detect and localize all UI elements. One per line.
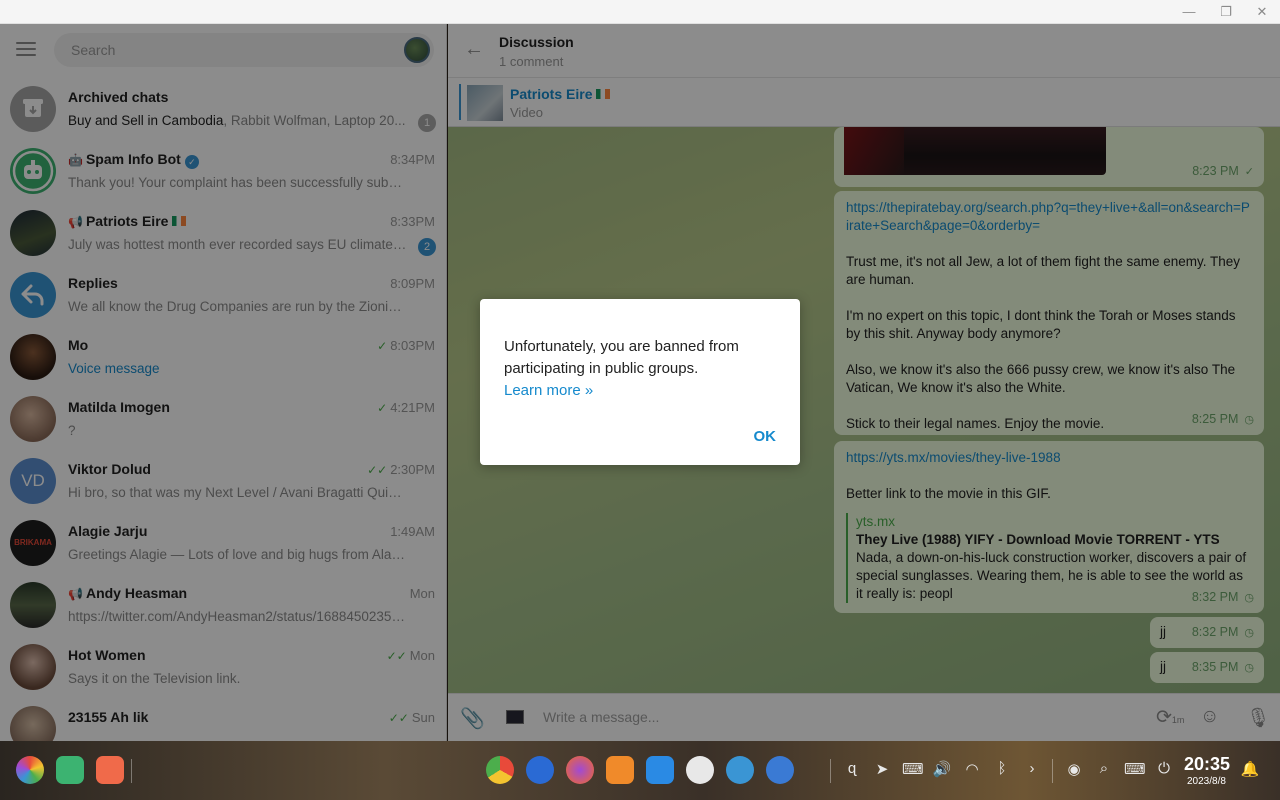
monitor-icon[interactable]: ◉ [1064,760,1084,778]
multitask-icon[interactable] [96,756,124,784]
notification-bell-icon[interactable]: 🔔 [1240,760,1260,778]
launcher-icon[interactable] [16,756,44,784]
wifi-icon[interactable]: ◠ [962,760,982,778]
app-icon[interactable] [56,756,84,784]
minimize-icon[interactable]: — [1181,4,1197,20]
telegram-icon[interactable] [726,756,754,784]
volume-icon[interactable]: 🔊 [932,760,952,778]
chrome-icon[interactable] [486,756,514,784]
ban-notice-dialog: Unfortunately, you are banned from parti… [480,299,800,465]
browser-icon[interactable] [686,756,714,784]
keyboard-icon[interactable]: ⌨ [902,760,924,778]
search-icon[interactable]: ⌕ [1094,760,1114,777]
package-icon[interactable] [646,756,674,784]
close-icon[interactable]: ✕ [1254,4,1270,20]
ok-button[interactable]: OK [754,428,777,445]
clock-time[interactable]: 20:35 [1184,754,1230,775]
bluetooth-icon[interactable]: ᛒ [992,760,1012,777]
system-taskbar: ɋ ➤ ⌨ 🔊 ◠ ᛒ › ◉ ⌕ ⌨ ⏻ 20:35 2023/8/8 🔔 [0,741,1280,800]
app-store-icon[interactable] [606,756,634,784]
settings-icon[interactable] [526,756,554,784]
learn-more-link[interactable]: Learn more » [504,380,774,402]
dialog-message: Unfortunately, you are banned from parti… [504,336,774,402]
qbittorrent-tray-icon[interactable]: ɋ [842,760,862,777]
maximize-icon[interactable]: ❐ [1218,4,1234,20]
keyboard-layout-icon[interactable]: ⌨ [1124,760,1146,778]
window-titlebar: — ❐ ✕ [0,0,1280,24]
power-icon[interactable]: ⏻ [1154,760,1174,777]
firefox-icon[interactable] [566,756,594,784]
qbittorrent-icon[interactable] [766,756,794,784]
telegram-tray-icon[interactable]: ➤ [872,760,892,778]
clock-date: 2023/8/8 [1187,776,1226,787]
chevron-right-icon[interactable]: › [1022,760,1042,777]
